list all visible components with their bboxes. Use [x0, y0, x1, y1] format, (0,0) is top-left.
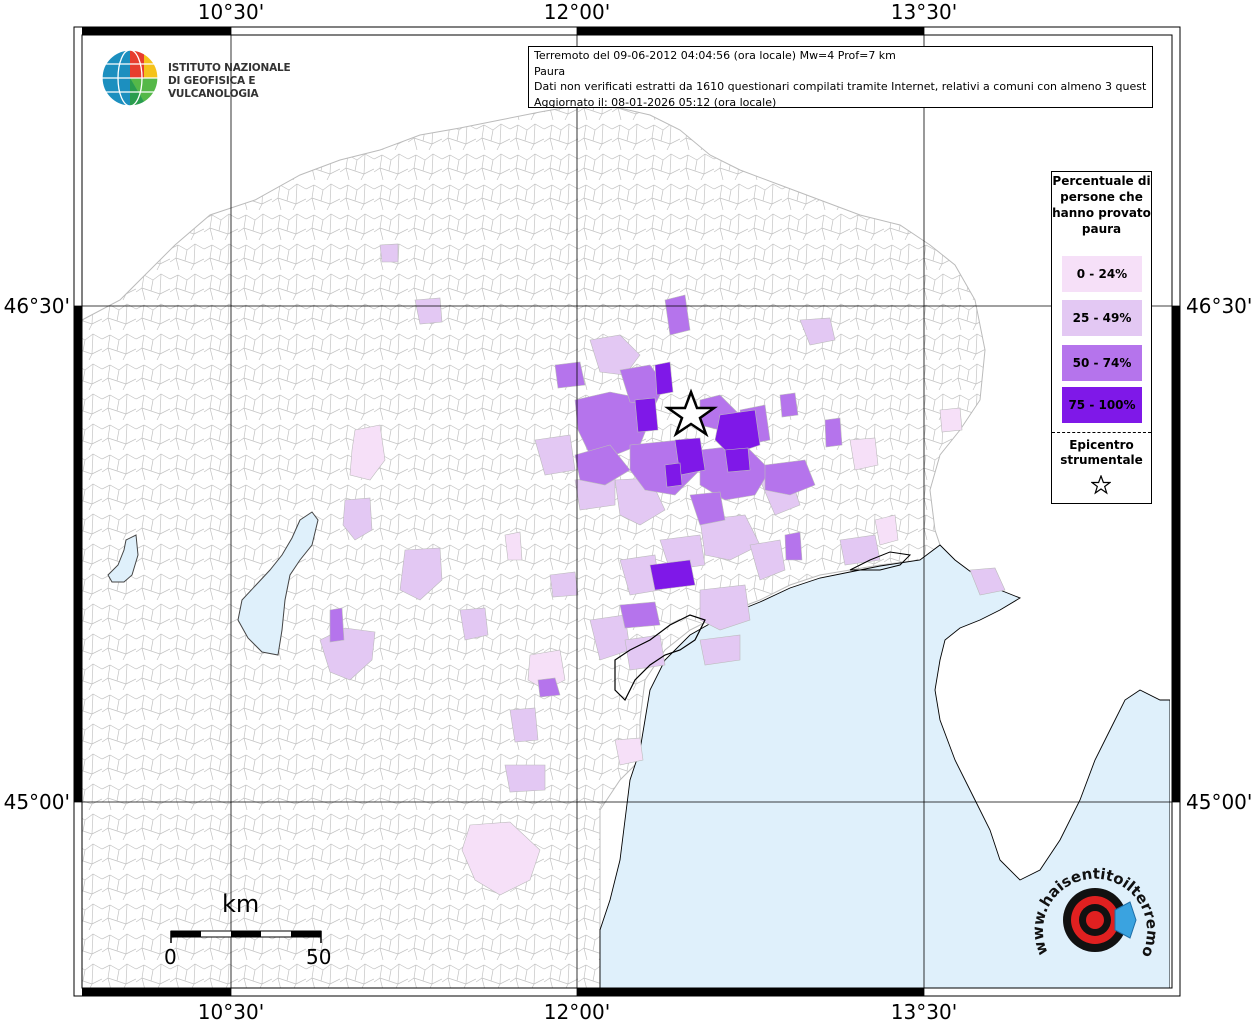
ingv-line-1: ISTITUTO NAZIONALE	[168, 62, 291, 74]
tick-right-1: 46°30'	[1186, 294, 1253, 318]
legend: Percentuale di persone che hanno provato…	[1051, 171, 1152, 504]
ingv-logo: ISTITUTO NAZIONALE DI GEOFISICA E VULCAN…	[100, 48, 310, 110]
tick-bottom-3: 13°30'	[890, 1000, 958, 1024]
scale-end: 50	[306, 945, 332, 969]
tick-top-3: 13°30'	[890, 0, 958, 24]
tick-top-2: 12°00'	[543, 0, 611, 24]
hst-logo-icon: www.haisentitoilterremoto.it	[1030, 858, 1161, 960]
tick-bottom-1: 10°30'	[197, 1000, 265, 1024]
event-info-line-1: Terremoto del 09-06-2012 04:04:56 (ora l…	[534, 49, 896, 62]
event-info-box: Terremoto del 09-06-2012 04:04:56 (ora l…	[528, 46, 1153, 109]
event-info-line-3: Dati non verificati estratti da 1610 que…	[534, 80, 1147, 93]
tick-right-2: 45°00'	[1186, 790, 1253, 814]
scale-start: 0	[164, 945, 177, 969]
tick-bottom-2: 12°00'	[543, 1000, 611, 1024]
tick-left-2: 45°00'	[3, 790, 70, 814]
scale-unit: km	[222, 890, 260, 918]
legend-item-3: 75 - 100%	[1062, 387, 1142, 423]
event-info-line-2: Paura	[534, 64, 566, 78]
event-info-line-4: Aggiornato il: 08-01-2026 05:12 (ora loc…	[534, 95, 777, 109]
ingv-name: ISTITUTO NAZIONALE DI GEOFISICA E VULCAN…	[168, 62, 310, 101]
legend-item-1: 25 - 49%	[1062, 300, 1142, 336]
legend-item-2: 50 - 74%	[1062, 345, 1142, 381]
legend-item-0: 0 - 24%	[1062, 256, 1142, 292]
tick-top-1: 10°30'	[197, 0, 265, 24]
tick-left-1: 46°30'	[3, 294, 70, 318]
legend-title: Percentuale di persone che hanno provato…	[1052, 174, 1151, 236]
legend-epicenter-label: Epicentro strumentale	[1060, 438, 1143, 467]
star-icon	[1091, 475, 1111, 495]
globe-icon	[101, 49, 159, 107]
legend-separator	[1052, 432, 1151, 433]
ingv-line-2: DI GEOFISICA E VULCANOLOGIA	[168, 75, 259, 100]
